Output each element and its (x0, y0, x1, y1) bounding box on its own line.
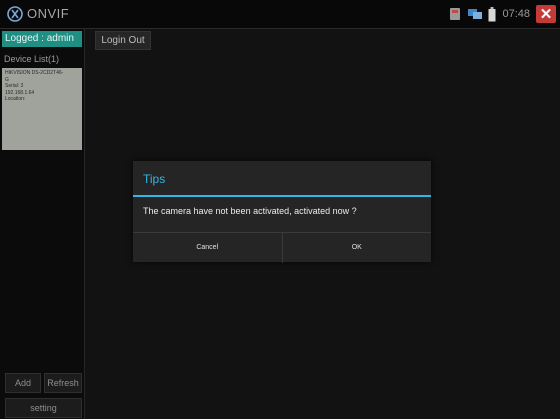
login-out-button[interactable]: Login Out (95, 31, 151, 50)
close-button[interactable]: ✕ (536, 5, 556, 23)
dialog-message: The camera have not been activated, acti… (143, 206, 357, 216)
dialog-title: Tips (143, 172, 166, 186)
device-list-title: Device List(1) (4, 54, 60, 64)
app-title: ONVIF (27, 6, 70, 21)
battery-icon (488, 6, 496, 21)
network-icon (468, 9, 483, 19)
logged-in-status: Logged : admin (2, 31, 82, 47)
device-model-suffix: G (5, 76, 9, 83)
top-bar: ONVIF 07:48 ✕ (0, 0, 560, 29)
sd-card-icon (450, 8, 461, 20)
sidebar: Logged : admin Device List(1) HIKVISION … (0, 29, 85, 419)
device-list-item[interactable]: HIKVISION DS-2CD2T46- G Serial: 3 192.16… (2, 68, 82, 150)
ok-button[interactable]: OK (281, 233, 432, 263)
dialog-button-bar: Cancel OK (133, 232, 431, 263)
tips-dialog: Tips The camera have not been activated,… (133, 161, 431, 263)
dialog-title-divider (133, 195, 431, 197)
status-area: 07:48 ✕ (448, 4, 556, 24)
device-model: HIKVISION DS-2CD2T46- (5, 70, 64, 76)
device-ip: 192.168.1.64 (5, 89, 35, 96)
cancel-button[interactable]: Cancel (133, 233, 282, 263)
device-location: Location: (5, 96, 26, 103)
close-icon: ✕ (539, 5, 553, 23)
onvif-logo-icon (7, 6, 23, 22)
refresh-button[interactable]: Refresh (44, 373, 82, 393)
add-button[interactable]: Add (5, 373, 41, 393)
device-serial: Serial: 3 (5, 83, 24, 90)
status-clock: 07:48 (502, 8, 530, 20)
setting-button[interactable]: setting (5, 398, 82, 418)
